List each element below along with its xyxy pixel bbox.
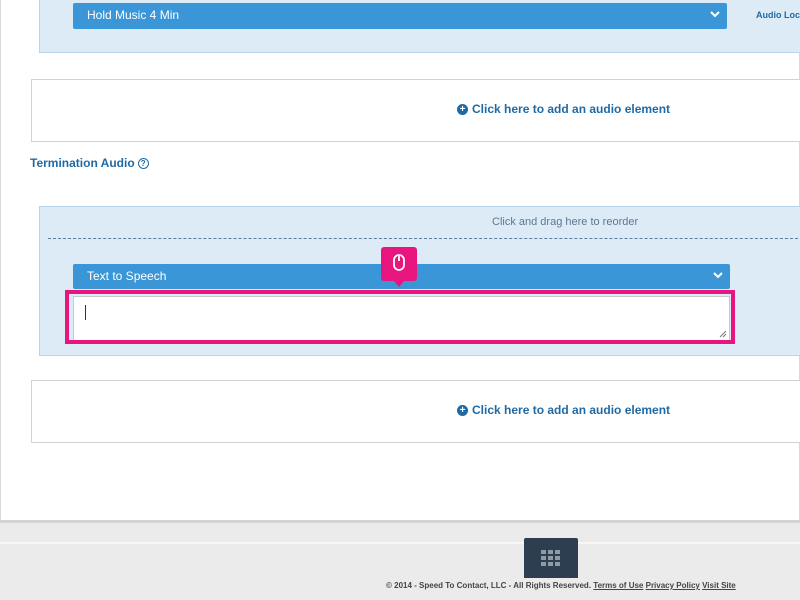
click-indicator	[381, 247, 417, 287]
termination-audio-panel: Click and drag here to reorder Text to S…	[39, 206, 800, 356]
chevron-down-icon	[710, 11, 720, 18]
plus-circle-icon: +	[457, 404, 468, 416]
add-audio-element-label: Click here to add an audio element	[472, 403, 671, 417]
mouse-icon	[393, 254, 405, 271]
text-caret	[85, 305, 86, 320]
add-audio-element-link[interactable]: + Click here to add an audio element	[457, 403, 670, 417]
visit-site-link[interactable]: Visit Site	[702, 581, 736, 590]
footer: © 2014 - Speed To Contact, LLC - All Rig…	[0, 523, 800, 600]
text-to-speech-textarea[interactable]	[73, 296, 730, 341]
termination-audio-type-value: Text to Speech	[87, 269, 167, 283]
grid-icon	[541, 550, 560, 566]
audio-element-panel: Hold Music 4 Min Audio Loc	[39, 0, 800, 53]
add-audio-element-link[interactable]: + Click here to add an audio element	[457, 102, 670, 116]
plus-circle-icon: +	[457, 103, 468, 115]
audio-type-select[interactable]: Hold Music 4 Min	[73, 3, 727, 29]
termination-audio-heading: Termination Audio ?	[30, 156, 149, 170]
add-audio-element-box: + Click here to add an audio element	[31, 380, 800, 443]
chevron-down-icon	[713, 272, 723, 279]
footer-band	[0, 542, 800, 544]
help-icon[interactable]: ?	[137, 157, 149, 169]
copyright-notice: © 2014 - Speed To Contact, LLC - All Rig…	[386, 581, 592, 590]
privacy-policy-link[interactable]: Privacy Policy	[646, 581, 700, 590]
drag-divider	[48, 238, 800, 239]
app-grid-button[interactable]	[524, 538, 578, 578]
drag-handle[interactable]: Click and drag here to reorder	[492, 216, 638, 228]
copyright-text: © 2014 - Speed To Contact, LLC - All Rig…	[386, 581, 736, 590]
audio-type-select-value: Hold Music 4 Min	[87, 8, 180, 22]
terms-of-use-link[interactable]: Terms of Use	[593, 581, 643, 590]
resize-handle-icon[interactable]	[719, 330, 727, 338]
audio-location-label: Audio Loc	[756, 10, 800, 20]
add-audio-element-box: + Click here to add an audio element	[31, 79, 800, 142]
termination-audio-title: Termination Audio	[30, 156, 135, 170]
add-audio-element-label: Click here to add an audio element	[472, 102, 671, 116]
